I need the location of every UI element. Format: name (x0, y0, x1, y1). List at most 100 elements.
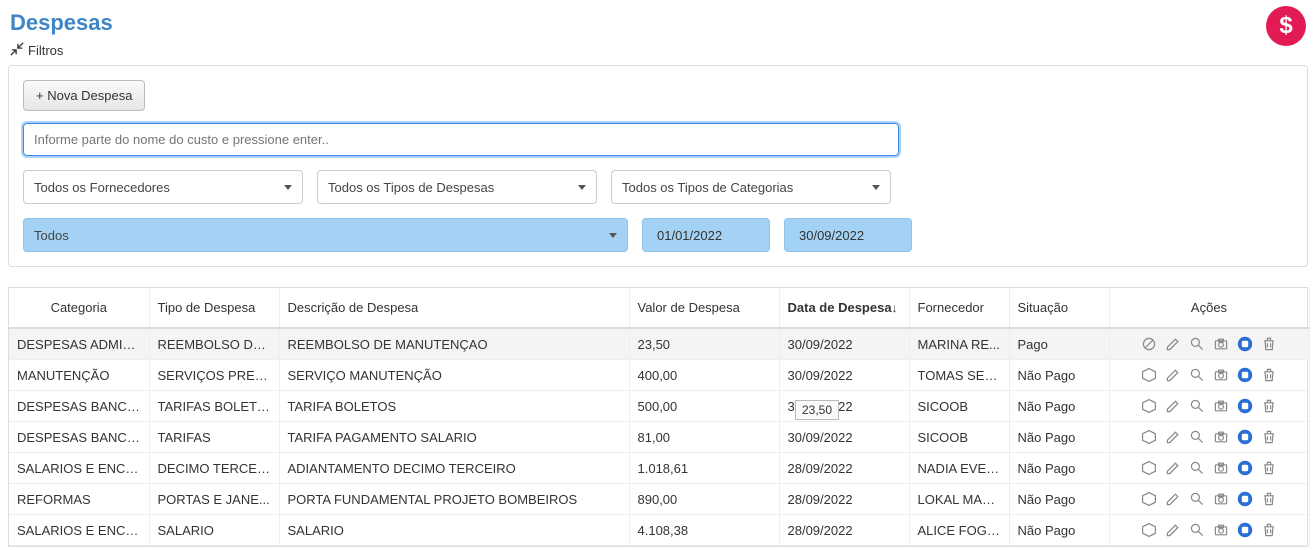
edit-icon[interactable] (1164, 490, 1182, 508)
select-tipos-despesas[interactable]: Todos os Tipos de Despesas (317, 170, 597, 204)
col-categoria[interactable]: Categoria (9, 288, 149, 328)
trash-icon[interactable] (1260, 335, 1278, 353)
select-tipos-categorias[interactable]: Todos os Tipos de Categorias (611, 170, 891, 204)
view-icon[interactable] (1188, 521, 1206, 539)
share-icon[interactable] (1236, 521, 1254, 539)
cell-fornecedor: NADIA EVEL... (909, 453, 1009, 484)
page-title: Despesas (0, 0, 1316, 42)
cell-descricao: ADIANTAMENTO DECIMO TERCEIRO (279, 453, 629, 484)
share-icon[interactable] (1236, 428, 1254, 446)
col-acoes[interactable]: Ações (1109, 288, 1309, 328)
filter-panel: + Nova Despesa Todos os Fornecedores Tod… (8, 65, 1308, 267)
trash-icon[interactable] (1260, 397, 1278, 415)
cell-valor: 890,00 (629, 484, 779, 515)
col-tipo[interactable]: Tipo de Despesa (149, 288, 279, 328)
cell-descricao: SERVIÇO MANUTENÇÃO (279, 360, 629, 391)
edit-icon[interactable] (1164, 335, 1182, 353)
camera-icon[interactable] (1212, 459, 1230, 477)
edit-icon[interactable] (1164, 521, 1182, 539)
cell-tipo: SERVIÇOS PRES... (149, 360, 279, 391)
table-row[interactable]: DESPESAS BANCÁ...TARIFAS BOLETOSTARIFA B… (9, 391, 1309, 422)
edit-icon[interactable] (1164, 366, 1182, 384)
cell-data: 28/09/2022 (779, 453, 909, 484)
cell-categoria: MANUTENÇÃO (9, 360, 149, 391)
table-row[interactable]: SALARIOS E ENCA...DECIMO TERCEI...ADIANT… (9, 453, 1309, 484)
col-valor[interactable]: Valor de Despesa (629, 288, 779, 328)
view-icon[interactable] (1188, 335, 1206, 353)
date-to-value: 30/09/2022 (799, 228, 864, 243)
cell-tipo: TARIFAS (149, 422, 279, 453)
cell-tipo: DECIMO TERCEI... (149, 453, 279, 484)
trash-icon[interactable] (1260, 428, 1278, 446)
tag-icon[interactable] (1140, 397, 1158, 415)
cell-valor: 500,00 (629, 391, 779, 422)
camera-icon[interactable] (1212, 428, 1230, 446)
edit-icon[interactable] (1164, 428, 1182, 446)
select-situacao-value: Todos (34, 228, 69, 243)
trash-icon[interactable] (1260, 521, 1278, 539)
actions-cell (1118, 428, 1301, 446)
table-row[interactable]: DESPESAS BANCÁ...TARIFASTARIFA PAGAMENTO… (9, 422, 1309, 453)
col-situacao[interactable]: Situação (1009, 288, 1109, 328)
camera-icon[interactable] (1212, 521, 1230, 539)
date-from-input[interactable]: 01/01/2022 (642, 218, 770, 252)
cell-categoria: REFORMAS (9, 484, 149, 515)
cell-descricao: TARIFA BOLETOS (279, 391, 629, 422)
view-icon[interactable] (1188, 366, 1206, 384)
tag-icon[interactable] (1140, 366, 1158, 384)
actions-cell (1118, 490, 1301, 508)
cell-tipo: SALARIO (149, 515, 279, 546)
table-row[interactable]: MANUTENÇÃOSERVIÇOS PRES...SERVIÇO MANUTE… (9, 360, 1309, 391)
cell-categoria: DESPESAS BANCÁ... (9, 422, 149, 453)
share-icon[interactable] (1236, 490, 1254, 508)
cell-descricao: PORTA FUNDAMENTAL PROJETO BOMBEIROS (279, 484, 629, 515)
dollar-badge-icon[interactable]: $ (1266, 6, 1306, 46)
collapse-icon[interactable] (10, 42, 24, 59)
block-icon[interactable] (1140, 335, 1158, 353)
search-input[interactable] (23, 123, 899, 156)
cell-data: 30/09/2022 (779, 360, 909, 391)
trash-icon[interactable] (1260, 366, 1278, 384)
view-icon[interactable] (1188, 428, 1206, 446)
camera-icon[interactable] (1212, 366, 1230, 384)
share-icon[interactable] (1236, 366, 1254, 384)
share-icon[interactable] (1236, 459, 1254, 477)
chevron-down-icon (609, 233, 617, 238)
select-situacao[interactable]: Todos (23, 218, 628, 252)
view-icon[interactable] (1188, 459, 1206, 477)
new-expense-button[interactable]: + Nova Despesa (23, 80, 145, 111)
camera-icon[interactable] (1212, 335, 1230, 353)
cell-situacao: Não Pago (1009, 484, 1109, 515)
trash-icon[interactable] (1260, 490, 1278, 508)
tag-icon[interactable] (1140, 521, 1158, 539)
cell-descricao: TARIFA PAGAMENTO SALARIO (279, 422, 629, 453)
share-icon[interactable] (1236, 335, 1254, 353)
table-row[interactable]: DESPESAS ADMINI...REEMBOLSO DE...REEMBOL… (9, 328, 1309, 360)
cell-valor: 23,50 (629, 328, 779, 360)
select-fornecedores[interactable]: Todos os Fornecedores (23, 170, 303, 204)
tag-icon[interactable] (1140, 490, 1158, 508)
share-icon[interactable] (1236, 397, 1254, 415)
col-data-label: Data de Despesa (788, 300, 892, 315)
sort-desc-icon: ↓ (892, 301, 898, 315)
tooltip-value: 23,50 (795, 400, 839, 420)
table-row[interactable]: REFORMASPORTAS E JANE...PORTA FUNDAMENTA… (9, 484, 1309, 515)
trash-icon[interactable] (1260, 459, 1278, 477)
table-row[interactable]: SALARIOS E ENCA...SALARIOSALARIO4.108,38… (9, 515, 1309, 546)
col-fornecedor[interactable]: Fornecedor (909, 288, 1009, 328)
actions-cell (1118, 366, 1301, 384)
date-to-input[interactable]: 30/09/2022 (784, 218, 912, 252)
view-icon[interactable] (1188, 397, 1206, 415)
camera-icon[interactable] (1212, 397, 1230, 415)
edit-icon[interactable] (1164, 397, 1182, 415)
cell-descricao: REEMBOLSO DE MANUTENÇAO (279, 328, 629, 360)
col-data[interactable]: Data de Despesa↓ (779, 288, 909, 328)
col-descricao[interactable]: Descrição de Despesa (279, 288, 629, 328)
chevron-down-icon (872, 185, 880, 190)
camera-icon[interactable] (1212, 490, 1230, 508)
tag-icon[interactable] (1140, 459, 1158, 477)
cell-fornecedor: SICOOB (909, 391, 1009, 422)
edit-icon[interactable] (1164, 459, 1182, 477)
tag-icon[interactable] (1140, 428, 1158, 446)
view-icon[interactable] (1188, 490, 1206, 508)
